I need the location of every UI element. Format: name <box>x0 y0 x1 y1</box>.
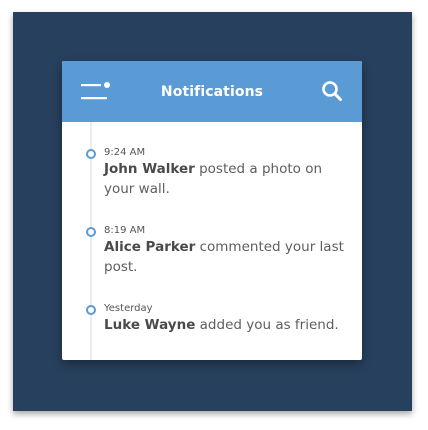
page-title: Notifications <box>160 84 264 100</box>
user-name[interactable]: John Walker <box>104 161 195 177</box>
card-header: Notifications <box>62 61 362 122</box>
menu-icon <box>81 82 110 100</box>
notification-message: added you as friend. <box>199 317 339 333</box>
user-name[interactable]: Luke Wayne <box>104 317 195 333</box>
notification-time: Yesterday <box>104 303 153 314</box>
timeline-dot <box>86 227 96 237</box>
notification-time: 8:19 AM <box>104 225 146 236</box>
notification-text: John Walker posted a photo on your wall. <box>104 159 344 199</box>
notification-text: Alice Parker commented your last post. <box>104 237 344 277</box>
user-name[interactable]: Alice Parker <box>104 239 195 255</box>
menu-button[interactable] <box>81 81 113 103</box>
search-button[interactable] <box>321 80 343 102</box>
background-panel: Notifications 9:24 AM John Walker posted… <box>13 12 412 411</box>
notification-time: 9:24 AM <box>104 147 146 158</box>
timeline-dot <box>86 305 96 315</box>
search-icon <box>322 81 342 101</box>
notification-text: Luke Wayne added you as friend. <box>104 315 344 335</box>
timeline-dot <box>86 149 96 159</box>
notifications-card: Notifications 9:24 AM John Walker posted… <box>62 61 362 360</box>
